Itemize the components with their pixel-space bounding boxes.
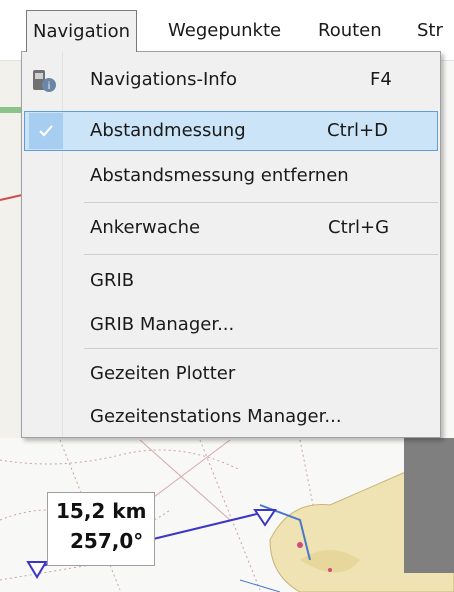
menu-item-label: Abstandmessung <box>90 120 246 141</box>
menu-item-label: Gezeitenstations Manager... <box>90 406 342 427</box>
menu-item-label: Ankerwache <box>90 217 201 238</box>
menu-item-grib-manager[interactable]: GRIB Manager... <box>24 305 438 345</box>
menu-item-grib[interactable]: GRIB <box>24 261 438 301</box>
menu-item-ankerwache[interactable]: Ankerwache Ctrl+G <box>24 208 438 248</box>
menu-separator <box>84 202 438 203</box>
menu-wegepunkte[interactable]: Wegepunkte <box>168 14 281 48</box>
measured-bearing: 257,0° <box>70 529 144 553</box>
navigation-info-icon: i <box>33 70 56 92</box>
menu-separator <box>84 254 438 255</box>
menu-item-abstandsmessung-entfernen[interactable]: Abstandsmessung entfernen <box>24 156 438 196</box>
menu-item-shortcut: F4 <box>370 69 392 90</box>
svg-text:i: i <box>48 81 51 92</box>
checkmark-icon <box>29 113 63 149</box>
menu-item-navigations-info[interactable]: i Navigations-Info F4 <box>24 60 438 100</box>
menu-item-shortcut: Ctrl+G <box>328 217 390 238</box>
menu-item-label: Gezeiten Plotter <box>90 363 236 384</box>
menu-item-shortcut: Ctrl+D <box>327 120 388 141</box>
menu-routen[interactable]: Routen <box>318 14 382 48</box>
menu-item-label: Navigations-Info <box>90 69 238 90</box>
menu-item-gezeiten-plotter[interactable]: Gezeiten Plotter <box>24 354 438 394</box>
distance-measurement-label: 15,2 km 257,0° <box>47 492 155 566</box>
navigation-dropdown-menu: i Navigations-Info F4 Abstandmessung Ctr… <box>21 51 441 438</box>
menu-item-abstandmessung[interactable]: Abstandmessung Ctrl+D <box>24 111 438 151</box>
measured-distance: 15,2 km <box>56 499 147 523</box>
menu-item-gezeitenstations-manager[interactable]: Gezeitenstations Manager... <box>24 397 438 437</box>
menu-item-label: GRIB Manager... <box>90 314 235 335</box>
menu-separator <box>84 348 438 349</box>
menu-item-label: GRIB <box>90 270 135 291</box>
menu-item-label: Abstandsmessung entfernen <box>90 165 349 186</box>
menu-navigation[interactable]: Navigation <box>26 10 138 52</box>
menu-str-truncated[interactable]: Str <box>417 14 443 48</box>
